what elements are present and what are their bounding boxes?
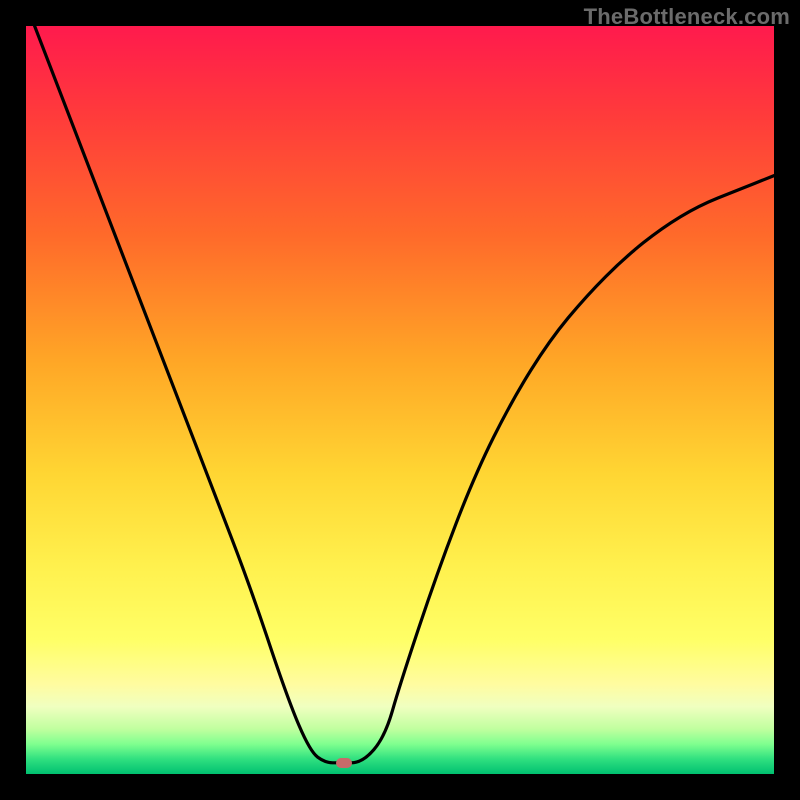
chart-plot-area: [26, 26, 774, 774]
watermark-text: TheBottleneck.com: [584, 4, 790, 30]
